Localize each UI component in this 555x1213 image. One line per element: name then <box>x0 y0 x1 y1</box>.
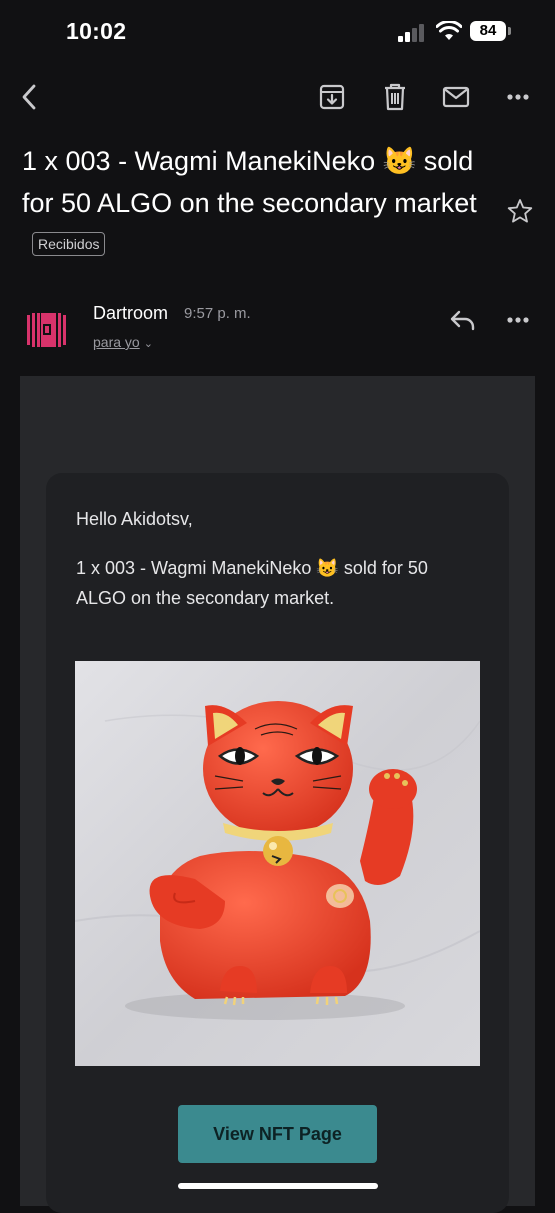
chevron-down-icon: ⌄ <box>143 338 153 350</box>
sender-avatar[interactable] <box>26 310 67 349</box>
subject-text: 1 x 003 - Wagmi ManekiNeko 😺 sold for 50… <box>22 146 477 218</box>
star-icon[interactable] <box>503 194 537 228</box>
mail-icon[interactable] <box>439 80 473 114</box>
sender-more-icon[interactable] <box>501 303 535 337</box>
recipient-text: para yo <box>93 334 140 350</box>
trash-icon[interactable] <box>378 80 412 114</box>
inbox-label-chip[interactable]: Recibidos <box>32 231 106 256</box>
more-horizontal-icon[interactable] <box>501 80 535 114</box>
sent-time: 9:57 p. m. <box>184 305 251 322</box>
reply-icon[interactable] <box>445 303 479 337</box>
greeting-text: Hello Akidotsv, <box>76 509 193 529</box>
home-indicator <box>178 1183 378 1189</box>
sender-name: Dartroom <box>93 303 169 323</box>
battery-tip <box>508 27 511 35</box>
status-bar: 10:02 84 <box>0 0 555 62</box>
wifi-icon <box>435 20 463 41</box>
back-arrow-icon[interactable] <box>12 80 46 114</box>
nft-image[interactable] <box>75 661 480 1066</box>
view-nft-page-button[interactable]: View NFT Page <box>178 1105 377 1163</box>
sale-message: 1 x 003 - Wagmi ManekiNeko 😺 sold for 50… <box>76 558 428 608</box>
email-subject: 1 x 003 - Wagmi ManekiNeko 😺 sold for 50… <box>22 140 492 266</box>
recipient-details-toggle[interactable]: para yo ⌄ <box>93 334 153 350</box>
status-time: 10:02 <box>66 18 127 44</box>
archive-icon[interactable] <box>315 80 349 114</box>
email-action-bar <box>0 70 555 126</box>
battery-indicator: 84 <box>470 21 506 41</box>
cellular-signal-icon <box>398 24 428 42</box>
